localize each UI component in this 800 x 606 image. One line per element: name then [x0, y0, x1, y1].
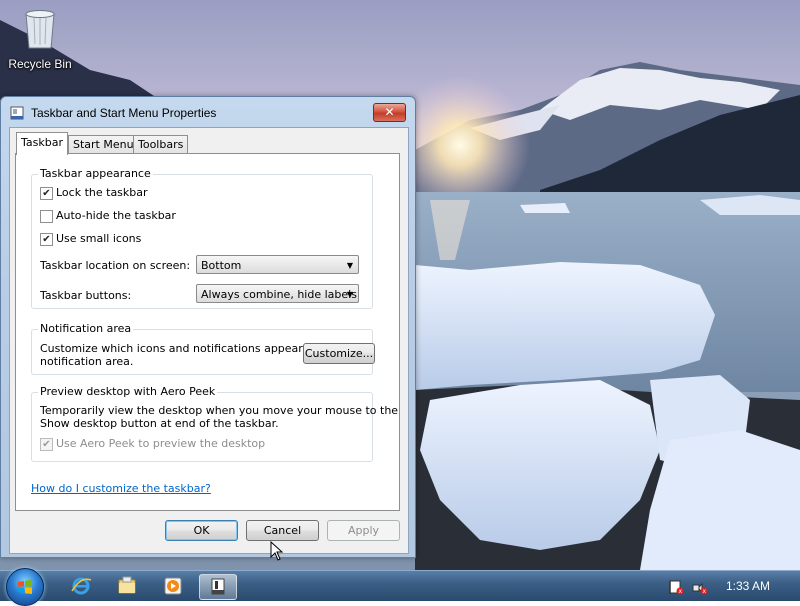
notification-tray: x x 1:33 AM [660, 571, 800, 601]
aero-peek-text-line1: Temporarily view the desktop when you mo… [40, 404, 399, 417]
media-player-icon [164, 577, 182, 595]
close-button[interactable]: ✕ [373, 103, 406, 122]
aero-peek-group: Preview desktop with Aero Peek Temporari… [31, 385, 398, 462]
cancel-button[interactable]: Cancel [246, 520, 319, 541]
taskbar-buttons-select[interactable]: Always combine, hide labels ▼ [196, 284, 359, 303]
auto-hide-label: Auto-hide the taskbar [56, 209, 176, 222]
dialog-client-area: Taskbar Start Menu Toolbars Taskbar appe… [9, 127, 409, 554]
dialog-title: Taskbar and Start Menu Properties [31, 106, 217, 120]
notification-text-line1: Customize which icons and notifications … [40, 342, 338, 355]
aero-peek-checkbox[interactable]: ✔ [40, 438, 53, 451]
internet-explorer-icon [71, 577, 92, 595]
tab-taskbar[interactable]: Taskbar [16, 132, 68, 155]
taskbar-buttons-label: Taskbar buttons: [40, 289, 132, 302]
notification-text-line2: notification area. [40, 355, 134, 368]
auto-hide-checkbox[interactable] [40, 210, 53, 223]
windows-explorer-icon [118, 576, 136, 594]
small-icons-checkbox[interactable]: ✔ [40, 233, 53, 246]
chevron-down-icon: ▼ [346, 261, 353, 270]
customize-button[interactable]: Customize... [303, 343, 375, 364]
windows-logo-icon [18, 580, 32, 594]
start-button[interactable] [6, 568, 44, 606]
taskbar-media-player[interactable] [155, 574, 191, 598]
taskbar-appearance-group: Taskbar appearance ✔ Lock the taskbar Au… [31, 167, 373, 309]
taskbar-properties-dialog: Taskbar and Start Menu Properties ✕ Task… [0, 96, 416, 558]
taskbar: x x 1:33 AM [0, 568, 800, 606]
notification-area-group: Notification area Customize which icons … [31, 322, 375, 375]
recycle-bin-icon [25, 10, 55, 49]
recycle-bin-shortcut[interactable]: Recycle Bin [6, 6, 74, 71]
location-label: Taskbar location on screen: [40, 259, 191, 272]
aero-peek-label: Use Aero Peek to preview the desktop [56, 437, 266, 450]
system-clock[interactable]: 1:33 AM [726, 579, 770, 593]
taskbar-internet-explorer[interactable] [63, 574, 99, 598]
help-link[interactable]: How do I customize the taskbar? [31, 482, 211, 495]
chevron-down-icon: ▼ [346, 290, 353, 299]
taskbar-properties-window[interactable] [199, 574, 237, 600]
taskbar-properties-icon [10, 106, 24, 120]
ok-button[interactable]: OK [165, 520, 238, 541]
network-error-icon[interactable]: x [692, 579, 708, 595]
taskbar-location-select[interactable]: Bottom ▼ [196, 255, 359, 274]
recycle-bin-label: Recycle Bin [8, 57, 72, 71]
taskbar-buttons-value: Always combine, hide labels [201, 288, 357, 301]
title-bar[interactable]: Taskbar and Start Menu Properties ✕ [1, 97, 415, 127]
svg-text:x: x [679, 588, 683, 595]
tab-toolbars[interactable]: Toolbars [133, 135, 189, 154]
taskbar-tab-panel: Taskbar appearance ✔ Lock the taskbar Au… [15, 153, 400, 511]
lock-taskbar-checkbox[interactable]: ✔ [40, 187, 53, 200]
small-icons-label: Use small icons [56, 232, 142, 245]
svg-text:x: x [703, 588, 707, 595]
taskbar-location-value: Bottom [201, 259, 242, 272]
lock-taskbar-label: Lock the taskbar [56, 186, 148, 199]
notification-area-heading: Notification area [38, 322, 134, 335]
apply-button[interactable]: Apply [327, 520, 400, 541]
taskbar-appearance-heading: Taskbar appearance [38, 167, 153, 180]
aero-peek-heading: Preview desktop with Aero Peek [38, 385, 218, 398]
mouse-cursor-icon [270, 541, 284, 561]
taskbar-windows-explorer[interactable] [109, 574, 145, 598]
aero-peek-text-line2: Show desktop button at end of the taskba… [40, 417, 279, 430]
tab-start-menu[interactable]: Start Menu [68, 135, 139, 154]
action-center-flag-icon[interactable]: x [668, 579, 684, 595]
taskbar-properties-icon [211, 578, 225, 595]
